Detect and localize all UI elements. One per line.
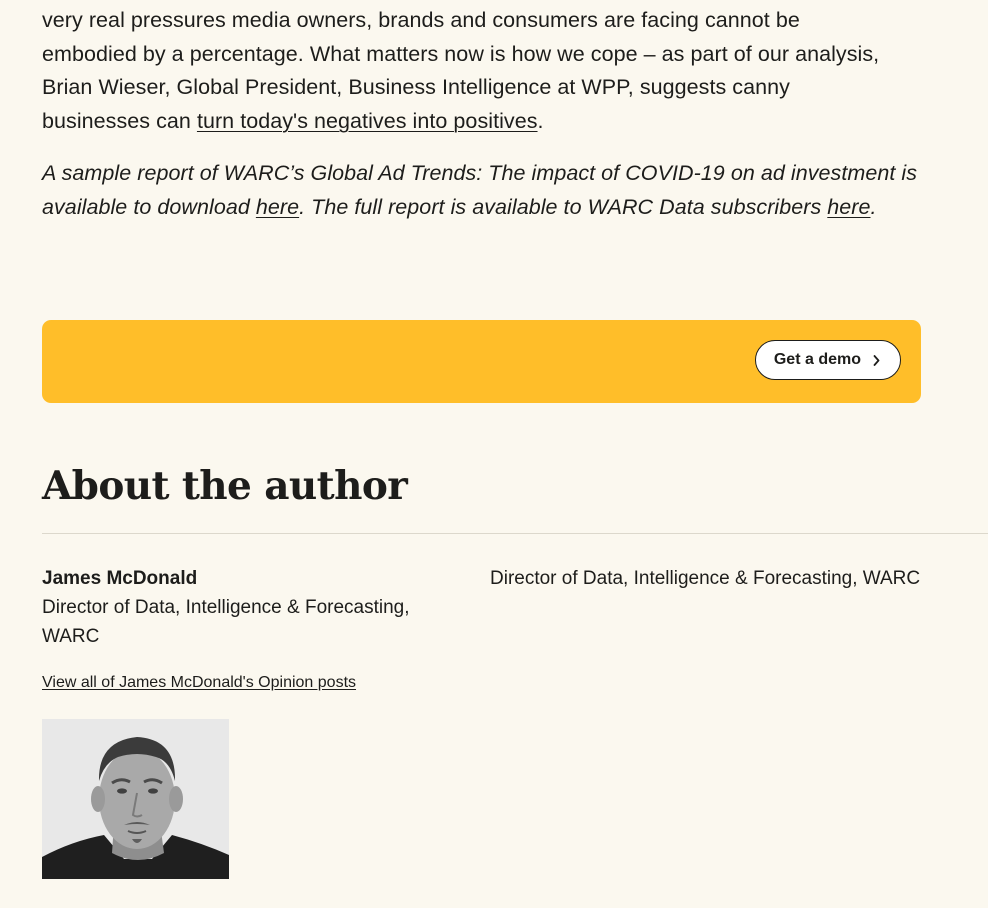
article-page: very real pressures media owners, brands… (0, 0, 988, 908)
paragraph-line: businesses can (42, 108, 197, 133)
author-avatar (42, 719, 229, 879)
sample-report-link[interactable]: here (256, 195, 299, 219)
author-name: James McDonald (42, 568, 198, 589)
section-divider (42, 533, 988, 534)
report-text-middle: . The full report is available to WARC D… (299, 194, 828, 219)
paragraph-line: embodied by a percentage. What matters n… (42, 41, 880, 66)
article-body: very real pressures media owners, brands… (42, 4, 942, 225)
author-role: Director of Data, Intelligence & Forecas… (42, 597, 410, 647)
paragraph-end: . (537, 108, 544, 133)
get-demo-label: Get a demo (773, 351, 861, 368)
report-text-end: . (870, 194, 877, 219)
chevron-right-icon (873, 354, 880, 366)
get-demo-button[interactable]: Get a demo (754, 340, 901, 380)
demo-cta-banner: Get a demo (42, 320, 921, 403)
article-paragraph: very real pressures media owners, brands… (42, 4, 942, 138)
negatives-into-positives-link[interactable]: turn today's negatives into positives (197, 109, 538, 133)
paragraph-line: Brian Wieser, Global President, Business… (42, 75, 790, 100)
about-author-heading: About the author (42, 463, 408, 509)
report-paragraph: A sample report of WARC’s Global Ad Tren… (42, 157, 942, 224)
author-info: James McDonald Director of Data, Intelli… (42, 564, 462, 651)
author-role-secondary: Director of Data, Intelligence & Forecas… (490, 568, 921, 589)
view-author-posts-link[interactable]: View all of James McDonald's Opinion pos… (42, 674, 356, 692)
full-report-link[interactable]: here (827, 195, 870, 219)
paragraph-line: very real pressures media owners, brands… (42, 8, 800, 32)
